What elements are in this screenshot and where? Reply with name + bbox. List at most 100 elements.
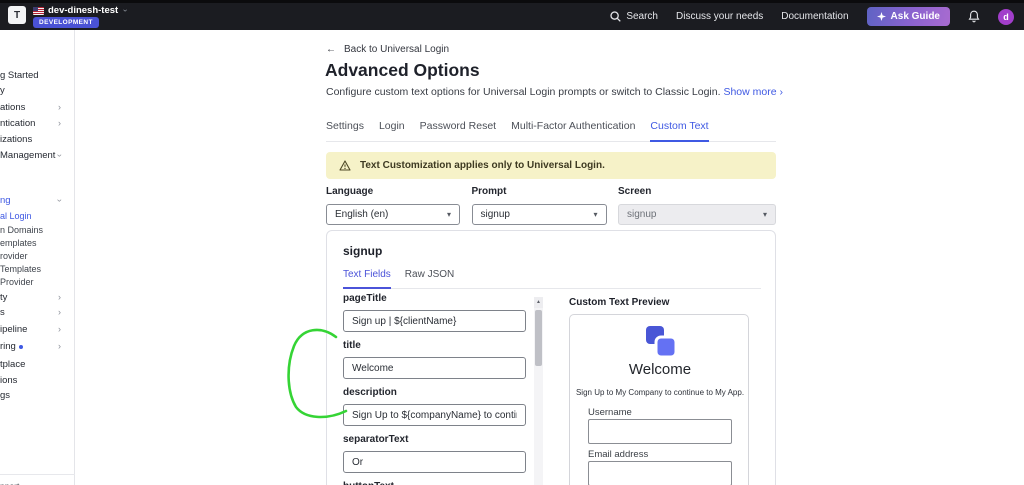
card-title: signup — [343, 244, 383, 258]
preview-email-input — [588, 461, 732, 485]
tab-login[interactable]: Login — [379, 116, 405, 141]
field-input-title[interactable] — [343, 357, 526, 379]
field-label-separatorText: separatorText — [343, 434, 409, 445]
advanced-options-page: T dev-dinesh-test › DEVELOPMENT Search D… — [0, 0, 1024, 485]
chevron-down-icon: ▾ — [446, 210, 451, 219]
sidebar-item-user-management[interactable]: Management › — [0, 149, 74, 162]
chevron-right-icon: › — [58, 102, 61, 112]
custom-text-preview: Welcome Sign Up to My Company to continu… — [569, 314, 749, 485]
language-label: Language — [326, 186, 374, 197]
sidebar-item-email-templates[interactable]: emplates — [0, 236, 74, 249]
tenant-initial: T — [13, 9, 21, 21]
language-select[interactable]: English (en) ▾ — [326, 204, 460, 225]
ask-guide-button[interactable]: Ask Guide — [866, 7, 950, 26]
sidebar-item-security[interactable]: ty › — [0, 291, 74, 304]
scrollbar-thumb[interactable] — [535, 310, 542, 366]
page-title: Advanced Options — [325, 60, 480, 80]
tab-raw-json[interactable]: Raw JSON — [405, 267, 454, 288]
sparkle-icon — [876, 12, 886, 21]
tab-password-reset[interactable]: Password Reset — [420, 116, 496, 141]
tenant-name: dev-dinesh-test — [48, 5, 119, 16]
sidebar-item-organizations[interactable]: izations — [0, 133, 74, 146]
sidebar-item-monitoring[interactable]: ring › — [0, 340, 74, 353]
documentation-link[interactable]: Documentation — [781, 11, 848, 22]
sidebar-item-sms-provider[interactable]: Provider — [0, 275, 74, 288]
sidebar-item-authentication[interactable]: ntication › — [0, 117, 74, 130]
tenant-logo: T — [8, 6, 26, 24]
avatar-initial: d — [1003, 11, 1009, 22]
top-bar: T dev-dinesh-test › DEVELOPMENT Search D… — [0, 0, 1024, 30]
field-label-pageTitle: pageTitle — [343, 293, 387, 304]
sidebar-item-universal-login[interactable]: al Login — [0, 209, 74, 222]
sidebar-item-email-provider[interactable]: rovider — [0, 249, 74, 262]
card-tabs: Text Fields Raw JSON — [343, 267, 761, 289]
warning-icon — [339, 160, 351, 171]
sidebar-item-auth-pipeline[interactable]: ipeline › — [0, 323, 74, 336]
ask-guide-label: Ask Guide — [890, 11, 940, 22]
field-label-description: description — [343, 387, 397, 398]
discuss-your-needs-link[interactable]: Discuss your needs — [676, 11, 763, 22]
warning-banner: Text Customization applies only to Unive… — [326, 152, 776, 179]
prompt-label: Prompt — [471, 186, 507, 197]
bell-icon[interactable] — [968, 10, 980, 23]
field-label-title: title — [343, 340, 361, 351]
chevron-down-icon: › — [121, 9, 131, 12]
preview-username-input — [588, 419, 732, 444]
prompt-select[interactable]: signup ▾ — [471, 204, 607, 225]
show-more-link[interactable]: Show more › — [723, 86, 783, 98]
sidebar-item-marketplace[interactable]: tplace — [0, 358, 74, 371]
search-button[interactable]: Search — [610, 11, 658, 22]
warning-banner-text: Text Customization applies only to Unive… — [360, 160, 605, 171]
search-label: Search — [626, 11, 658, 22]
field-input-separatorText[interactable] — [343, 451, 526, 473]
field-input-pageTitle[interactable] — [343, 310, 526, 332]
sidebar-divider — [0, 474, 75, 475]
environment-badge: DEVELOPMENT — [33, 17, 99, 28]
tab-settings[interactable]: Settings — [326, 116, 364, 141]
region-flag-icon — [33, 6, 44, 15]
preview-heading: Welcome — [628, 361, 692, 378]
selectors-row: Language English (en) ▾ Prompt signup ▾ … — [326, 186, 776, 225]
preview-username-label: Username — [588, 407, 632, 418]
sidebar-item-actions[interactable]: s › — [0, 306, 74, 319]
tab-custom-text[interactable]: Custom Text — [650, 116, 709, 142]
sidebar-item-custom-domains[interactable]: n Domains — [0, 223, 74, 236]
sidebar-item-getting-started[interactable]: g Started — [0, 69, 74, 82]
chevron-right-icon: › — [58, 118, 61, 128]
app-logo-icon — [646, 326, 678, 359]
back-to-universal-login-link[interactable]: ← Back to Universal Login — [326, 44, 449, 55]
chevron-down-icon: › — [55, 154, 65, 157]
sidebar-item-extensions[interactable]: ions — [0, 374, 74, 387]
sidebar-item-settings[interactable]: gs — [0, 389, 74, 402]
back-arrow-icon: ← — [326, 44, 336, 55]
form-scrollbar[interactable]: ▲ — [534, 297, 543, 485]
chevron-right-icon: › — [58, 307, 61, 317]
tab-multi-factor-authentication[interactable]: Multi-Factor Authentication — [511, 116, 635, 141]
preview-description: Sign Up to My Company to continue to My … — [575, 388, 745, 397]
chevron-right-icon: › — [58, 341, 61, 351]
chevron-down-icon: ▾ — [593, 210, 598, 219]
sidebar-item-activity[interactable]: y — [0, 84, 74, 97]
preview-email-label: Email address — [588, 449, 649, 460]
signup-card: signup Text Fields Raw JSON pageTitle ti… — [326, 230, 776, 485]
notification-dot — [18, 344, 23, 349]
tenant-switcher[interactable]: T dev-dinesh-test › DEVELOPMENT — [8, 5, 131, 28]
sidebar-item-support[interactable]: pport — [0, 479, 74, 485]
sidebar-item-applications[interactable]: ations › — [0, 101, 74, 114]
sidebar-item-branding[interactable]: ng › — [0, 194, 74, 207]
chevron-right-icon: › — [58, 324, 61, 334]
tab-text-fields[interactable]: Text Fields — [343, 267, 391, 289]
text-fields-form: pageTitle title description separatorTex… — [343, 293, 526, 485]
scroll-up-button[interactable]: ▲ — [534, 297, 543, 308]
sidebar-item-sms-templates[interactable]: Templates — [0, 262, 74, 275]
chevron-down-icon: ▾ — [762, 210, 767, 219]
page-tabs: Settings Login Password Reset Multi-Fact… — [326, 116, 776, 142]
chevron-down-icon: › — [55, 199, 65, 202]
custom-text-preview-label: Custom Text Preview — [569, 297, 670, 308]
page-subtitle: Configure custom text options for Univer… — [326, 86, 783, 98]
field-input-description[interactable] — [343, 404, 526, 426]
user-avatar[interactable]: d — [998, 8, 1014, 25]
chevron-right-icon: › — [58, 292, 61, 302]
field-label-buttonText: buttonText — [343, 481, 526, 485]
screen-label: Screen — [618, 186, 652, 197]
